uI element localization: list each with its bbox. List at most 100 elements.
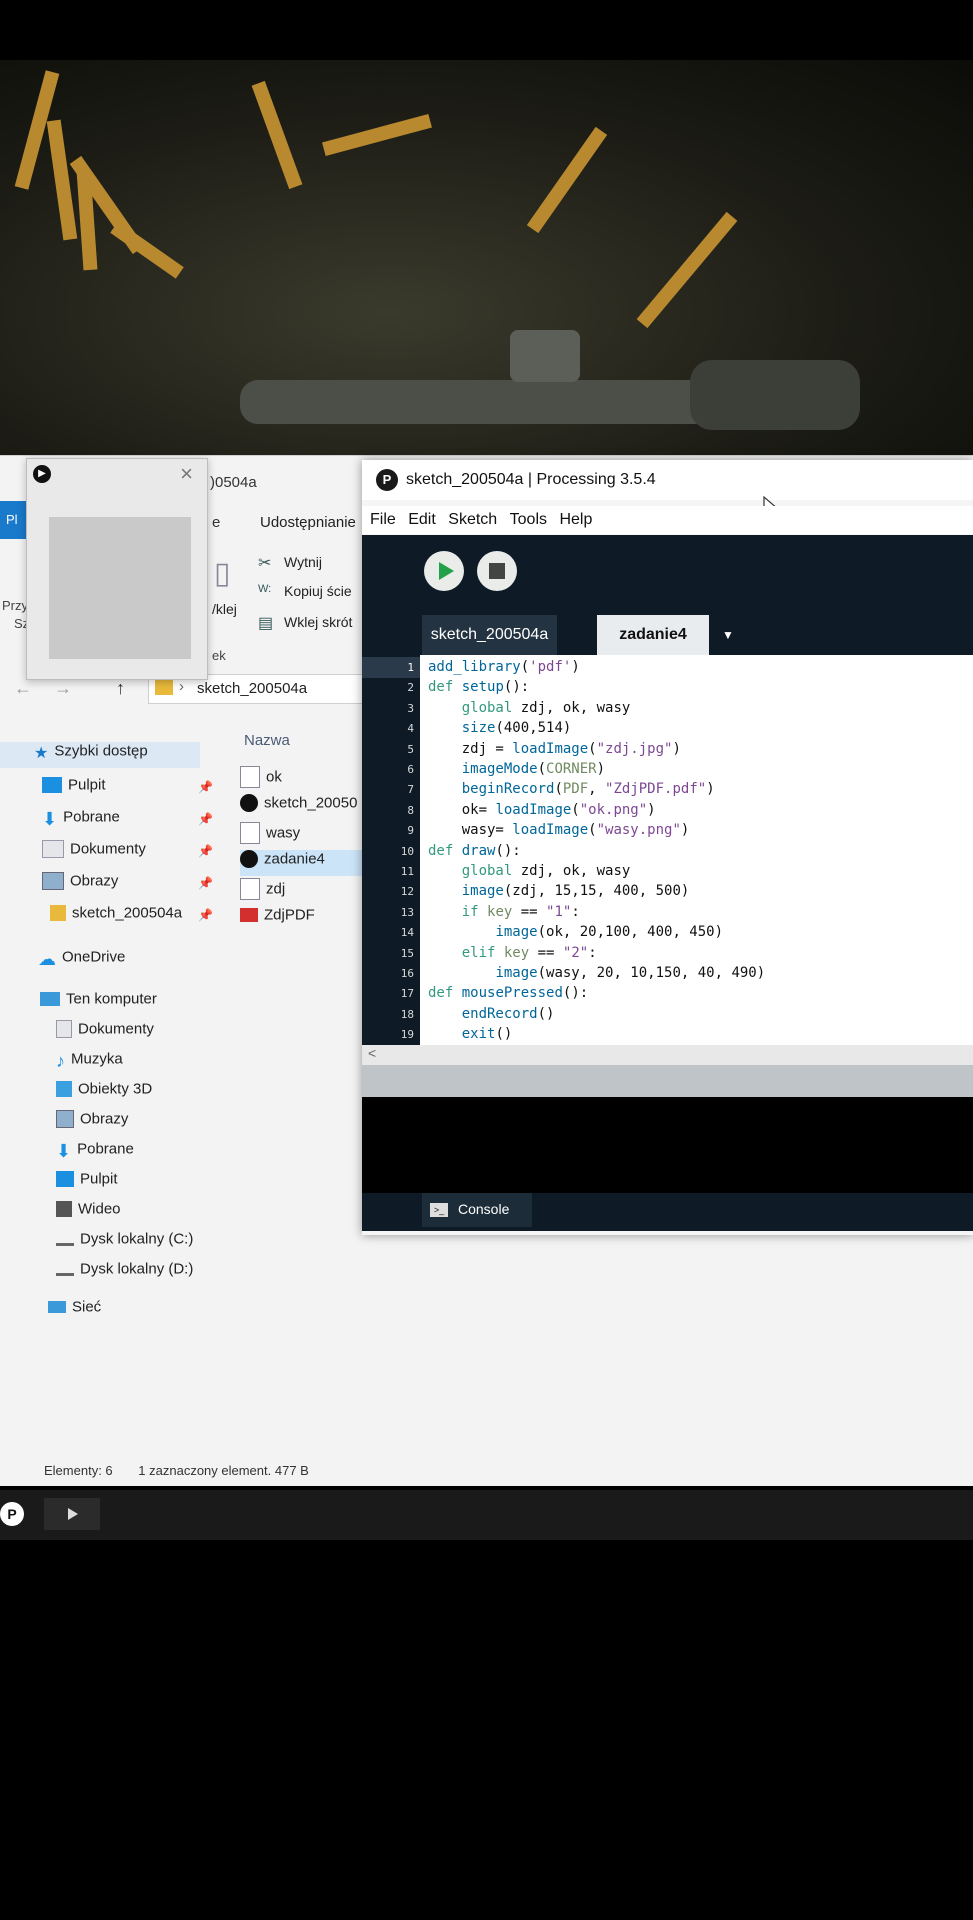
nav-pc-disk-d[interactable]: Dysk lokalny (D:) xyxy=(56,1260,193,1286)
music-icon: ♪ xyxy=(56,1051,65,1072)
scissors-icon: ✂ xyxy=(258,555,272,572)
run-button[interactable] xyxy=(424,551,464,591)
paste-shortcut-button[interactable]: Wklej skrót xyxy=(284,614,352,630)
back-button[interactable]: ← xyxy=(14,678,32,699)
code-line[interactable]: def mousePressed(): xyxy=(428,983,588,1004)
code-line[interactable]: if key == "1": xyxy=(428,902,580,923)
menu-tools[interactable]: Tools xyxy=(510,511,547,528)
processing-titlebar[interactable]: P sketch_200504a | Processing 3.5.4 xyxy=(362,460,973,520)
breadcrumb-current[interactable]: sketch_200504a xyxy=(197,680,307,697)
nav-item-pobrane[interactable]: ⬇ Pobrane 📌 xyxy=(42,808,242,834)
code-line[interactable]: wasy= loadImage("wasy.png") xyxy=(428,820,690,841)
column-header-name[interactable]: Nazwa xyxy=(244,732,290,749)
code-line[interactable]: beginRecord(PDF, "ZdjPDF.pdf") xyxy=(428,779,715,800)
nav-onedrive[interactable]: ☁ OneDrive xyxy=(38,948,238,974)
paste-button[interactable]: /klej xyxy=(212,601,237,617)
code-line[interactable]: add_library('pdf') xyxy=(428,657,580,678)
ribbon-tab-home[interactable]: e xyxy=(212,514,220,531)
tab-sketch-200504a[interactable]: sketch_200504a xyxy=(422,615,557,655)
file-row-zadanie4[interactable]: zadanie4 xyxy=(240,850,370,876)
line-number-gutter: 1 2 3 4 5 6 7 8 9 10 11 12 13 14 15 16 17 18 19 xyxy=(362,655,420,1045)
menu-file[interactable]: File xyxy=(370,511,396,528)
code-line[interactable]: def setup(): xyxy=(428,677,529,698)
pin-quick-access-label[interactable]: Przy xyxy=(2,598,28,613)
file-row-zdjpdf[interactable]: ZdjPDF xyxy=(240,906,370,932)
file-row-zdj[interactable]: zdj xyxy=(240,878,370,904)
nav-item-label: Pulpit xyxy=(80,1170,118,1188)
toolbar xyxy=(362,535,973,613)
menu-help[interactable]: Help xyxy=(559,511,592,528)
processing-logo-icon: P xyxy=(376,469,398,491)
nav-item-label: sketch_200504a xyxy=(72,904,183,922)
file-name: sketch_20050 xyxy=(264,794,358,812)
nav-network[interactable]: Sieć xyxy=(48,1298,101,1324)
file-row-ok[interactable]: ok xyxy=(240,766,370,792)
nav-quick-access[interactable]: ★ Szybki dostęp xyxy=(0,742,200,768)
pictures-icon xyxy=(42,872,64,891)
tab-zadanie4[interactable]: zadanie4 xyxy=(597,615,709,655)
nav-pc-pulpit[interactable]: Pulpit xyxy=(56,1170,118,1196)
taskbar-media-player-icon[interactable] xyxy=(44,1498,100,1530)
pin-icon: 📌 xyxy=(198,908,213,922)
nav-item-sketch[interactable]: sketch_200504a 📌 xyxy=(50,904,250,930)
ribbon-tab-share[interactable]: Udostępnianie xyxy=(260,514,356,531)
line-number: 11 xyxy=(400,865,414,878)
explorer-title: )0504a xyxy=(210,474,257,491)
line-number: 13 xyxy=(400,905,414,919)
taskbar-processing-icon[interactable]: P xyxy=(0,1502,24,1526)
code-line[interactable]: global zdj, ok, wasy xyxy=(428,861,631,882)
window-preview[interactable] xyxy=(49,517,191,659)
close-icon[interactable]: × xyxy=(180,461,193,487)
cut-button[interactable]: Wytnij xyxy=(284,554,322,570)
scroll-left-icon[interactable]: < xyxy=(368,1045,376,1061)
menu-edit[interactable]: Edit xyxy=(408,511,436,528)
code-line[interactable]: def draw(): xyxy=(428,841,521,862)
nav-item-label: Obrazy xyxy=(80,1110,129,1128)
nav-pc-obrazy[interactable]: Obrazy xyxy=(56,1110,128,1136)
menu-sketch[interactable]: Sketch xyxy=(448,511,497,528)
paste-shortcut-icon: ▤ xyxy=(258,615,274,632)
nav-item-label: Obrazy xyxy=(70,872,119,890)
code-line[interactable]: exit() xyxy=(428,1024,513,1045)
stop-button[interactable] xyxy=(477,551,517,591)
code-line[interactable]: endRecord() xyxy=(428,1004,555,1025)
breadcrumb-separator: › xyxy=(179,678,184,695)
horizontal-scrollbar[interactable]: < xyxy=(362,1045,973,1065)
nav-item-label: Pulpit xyxy=(68,776,106,794)
code-line[interactable]: elif key == "2": xyxy=(428,943,597,964)
code-line[interactable]: zdj = loadImage("zdj.jpg") xyxy=(428,739,681,760)
nav-item-dokumenty[interactable]: Dokumenty 📌 xyxy=(42,840,242,866)
up-button[interactable]: ↑ xyxy=(116,678,125,699)
nav-this-pc[interactable]: Ten komputer xyxy=(40,990,240,1016)
code-line[interactable]: ok= loadImage("ok.png") xyxy=(428,800,656,821)
code-editor[interactable]: 1 2 3 4 5 6 7 8 9 10 11 12 13 14 15 16 17 18 19 add_librar… xyxy=(362,655,973,1045)
line-number: 15 xyxy=(400,946,414,960)
code-line[interactable]: image(ok, 20,100, 400, 450) xyxy=(428,922,723,943)
code-line[interactable]: size(400,514) xyxy=(428,718,572,739)
ribbon-tab-file[interactable]: Pl xyxy=(0,501,28,539)
file-row-wasy[interactable]: wasy xyxy=(240,822,370,848)
copy-path-button[interactable]: Kopiuj ście xyxy=(284,583,352,599)
nav-pc-wideo[interactable]: Wideo xyxy=(56,1200,121,1226)
tab-menu-arrow-icon[interactable]: ▼ xyxy=(717,615,739,655)
code-line[interactable]: global zdj, ok, wasy xyxy=(428,698,631,719)
nav-pc-obiekty[interactable]: Obiekty 3D xyxy=(56,1080,152,1106)
line-number: 7 xyxy=(407,783,414,797)
forward-button[interactable]: → xyxy=(54,678,72,699)
code-line[interactable]: image(wasy, 20, 10,150, 40, 490) xyxy=(428,963,765,984)
nav-item-obrazy[interactable]: Obrazy 📌 xyxy=(42,872,242,898)
nav-pc-pobrane[interactable]: ⬇ Pobrane xyxy=(56,1140,134,1166)
nav-pc-dokumenty[interactable]: Dokumenty xyxy=(56,1020,154,1046)
nav-item-pulpit[interactable]: Pulpit 📌 xyxy=(42,776,242,802)
line-number: 17 xyxy=(400,987,414,1001)
file-row-sketch[interactable]: sketch_20050 xyxy=(240,794,370,820)
code-line[interactable]: imageMode(CORNER) xyxy=(428,759,605,780)
console-tab[interactable]: >_ Console xyxy=(422,1193,532,1227)
code-line[interactable]: image(zdj, 15,15, 400, 500) xyxy=(428,881,690,902)
wallpaper-art xyxy=(14,70,860,430)
download-icon: ⬇ xyxy=(42,809,58,830)
nav-item-label: Muzyka xyxy=(71,1050,123,1068)
nav-pc-muzyka[interactable]: ♪ Muzyka xyxy=(56,1050,123,1076)
editor-console-divider[interactable] xyxy=(362,1065,973,1097)
nav-pc-disk-c[interactable]: Dysk lokalny (C:) xyxy=(56,1230,193,1256)
